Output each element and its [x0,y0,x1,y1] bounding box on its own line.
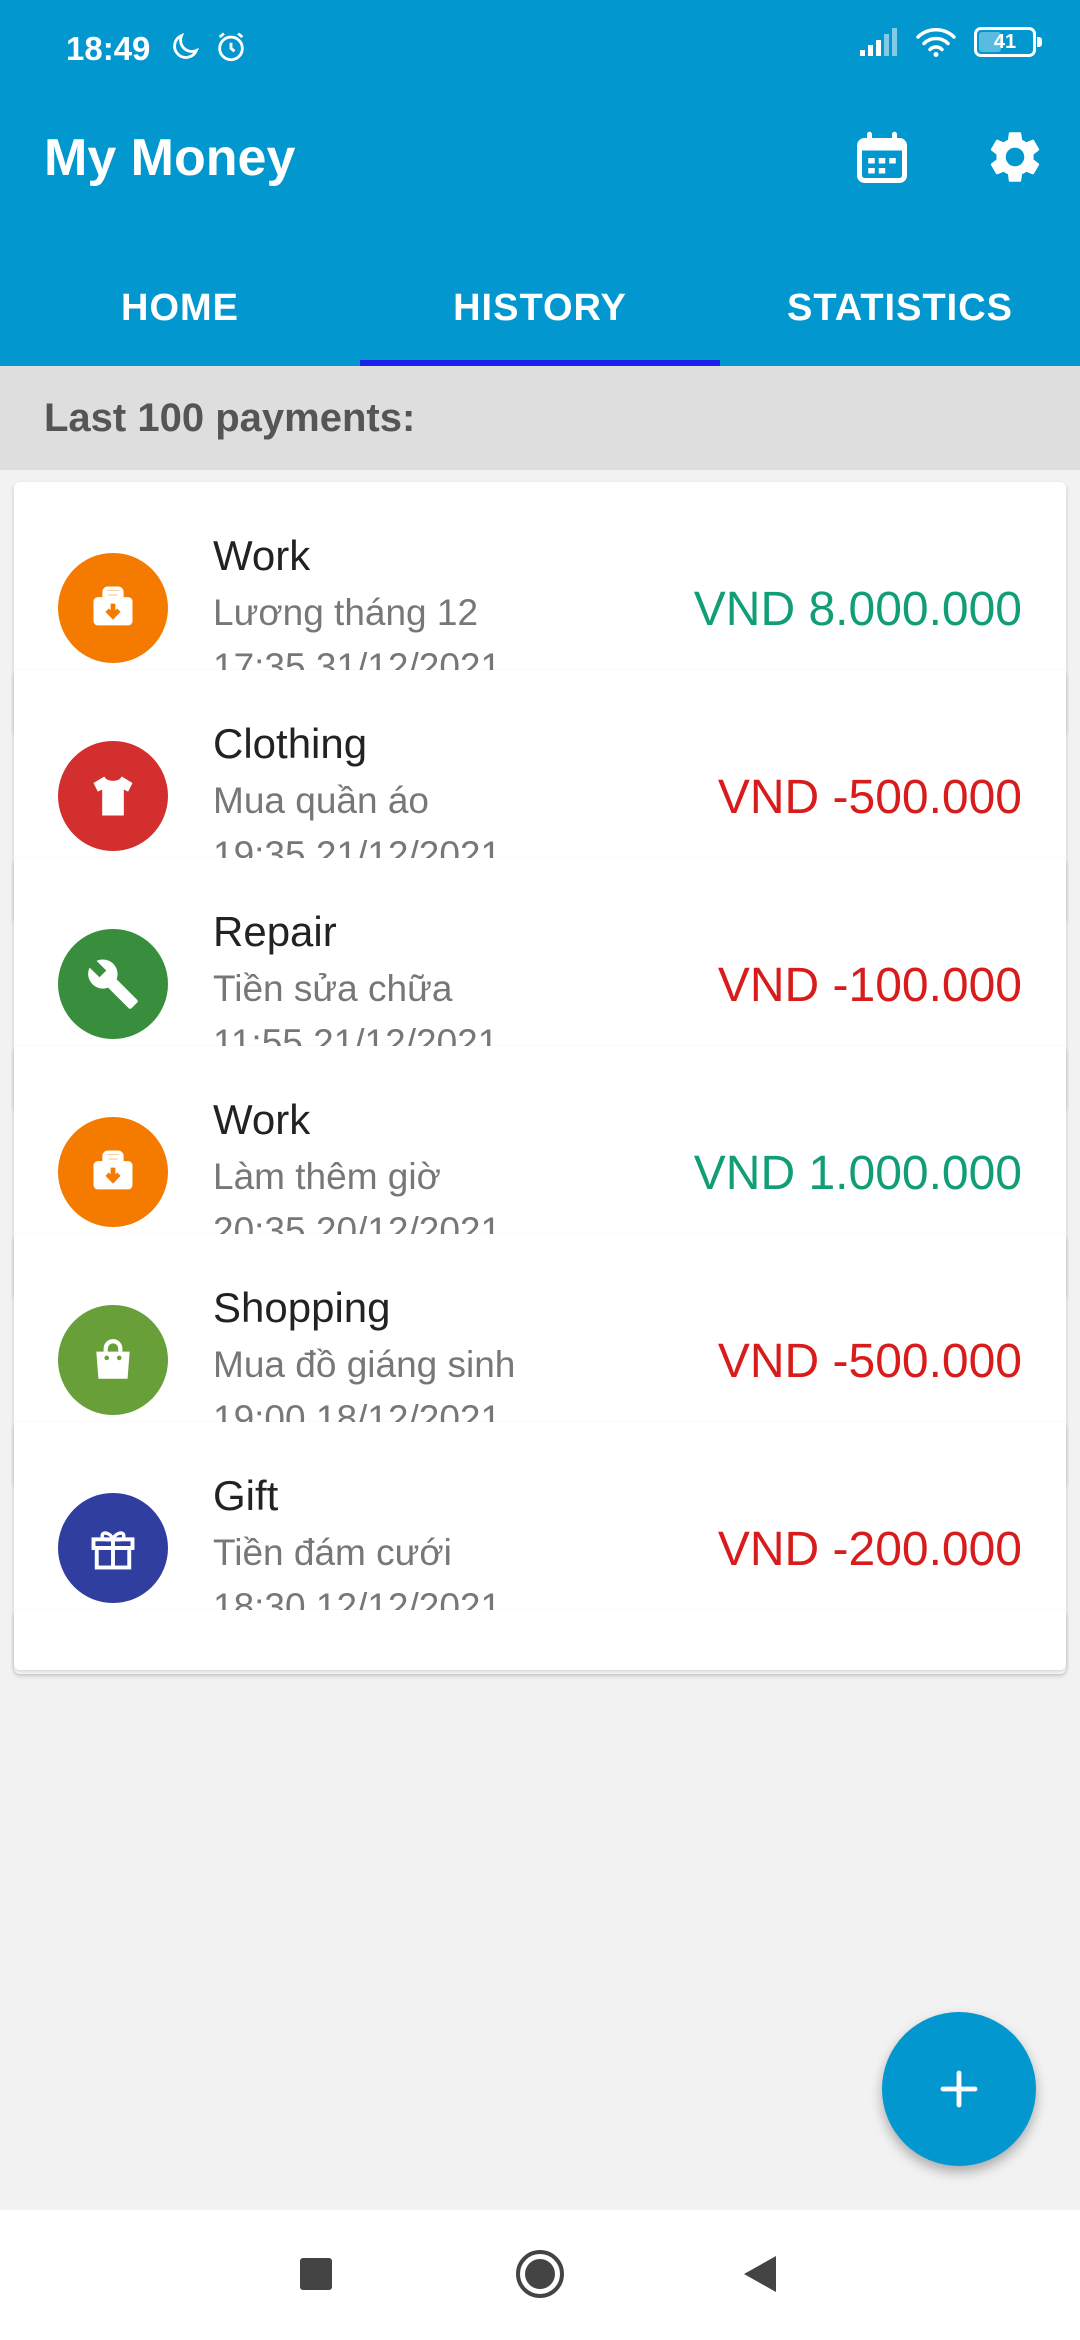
recent-apps-button[interactable] [300,2258,332,2290]
payment-card[interactable] [14,1610,1066,1670]
signal-icon [860,28,897,56]
payment-note: Mua quần áo [213,780,430,821]
category-name: Clothing [213,720,368,767]
gift-icon [58,1493,168,1603]
category-name: Work [213,532,311,579]
status-bar: 18:49 41 [0,0,1080,100]
payment-amount: VND 1.000.000 [693,1147,1022,1200]
category-name: Work [213,1096,311,1143]
category-name: Shopping [213,1284,391,1331]
tab-statistics[interactable]: STATISTICS [720,250,1080,366]
tab-history[interactable]: HISTORY [360,250,720,366]
app-bar: 18:49 41 My Money HOME HISTORY STATISTIC… [0,0,1080,366]
battery-level: 41 [993,30,1017,53]
status-time: 18:49 [66,30,151,67]
calendar-icon[interactable] [852,128,912,188]
payment-amount: VND -100.000 [717,959,1022,1012]
payment-amount: VND -200.000 [717,1523,1022,1576]
wrench-icon [58,929,168,1039]
payment-note: Mua đồ giáng sinh [213,1344,516,1385]
app-title: My Money [44,129,296,187]
briefcase-icon [58,553,168,663]
tab-home[interactable]: HOME [0,250,360,366]
category-name: Gift [213,1472,279,1519]
shopping-bag-icon [58,1305,168,1415]
battery-icon: 41 [974,27,1042,57]
alarm-icon [218,32,244,62]
payment-note: Tiền sửa chữa [213,968,453,1009]
payment-amount: VND -500.000 [717,771,1022,824]
status-right-icons: 41 [858,26,1042,58]
plus-icon [940,2070,978,2108]
moon-icon [173,32,200,59]
payment-amount: VND 8.000.000 [693,583,1022,636]
gear-icon[interactable] [984,126,1046,188]
payment-note: Tiền đám cưới [213,1532,452,1573]
system-nav-bar [0,2210,1080,2340]
tshirt-icon [58,741,168,851]
wifi-icon [916,28,956,57]
status-left-icons [168,30,248,64]
section-header: Last 100 payments: [0,366,1080,470]
payment-amount: VND -500.000 [717,1335,1022,1388]
add-payment-button[interactable] [882,2012,1036,2166]
back-button[interactable] [742,2254,778,2294]
category-name: Repair [213,908,337,955]
payment-note: Làm thêm giờ [213,1156,441,1197]
tab-bar: HOME HISTORY STATISTICS [0,250,1080,366]
briefcase-icon [58,1117,168,1227]
payment-note: Lương tháng 12 [213,592,479,633]
home-button[interactable] [514,2248,566,2300]
